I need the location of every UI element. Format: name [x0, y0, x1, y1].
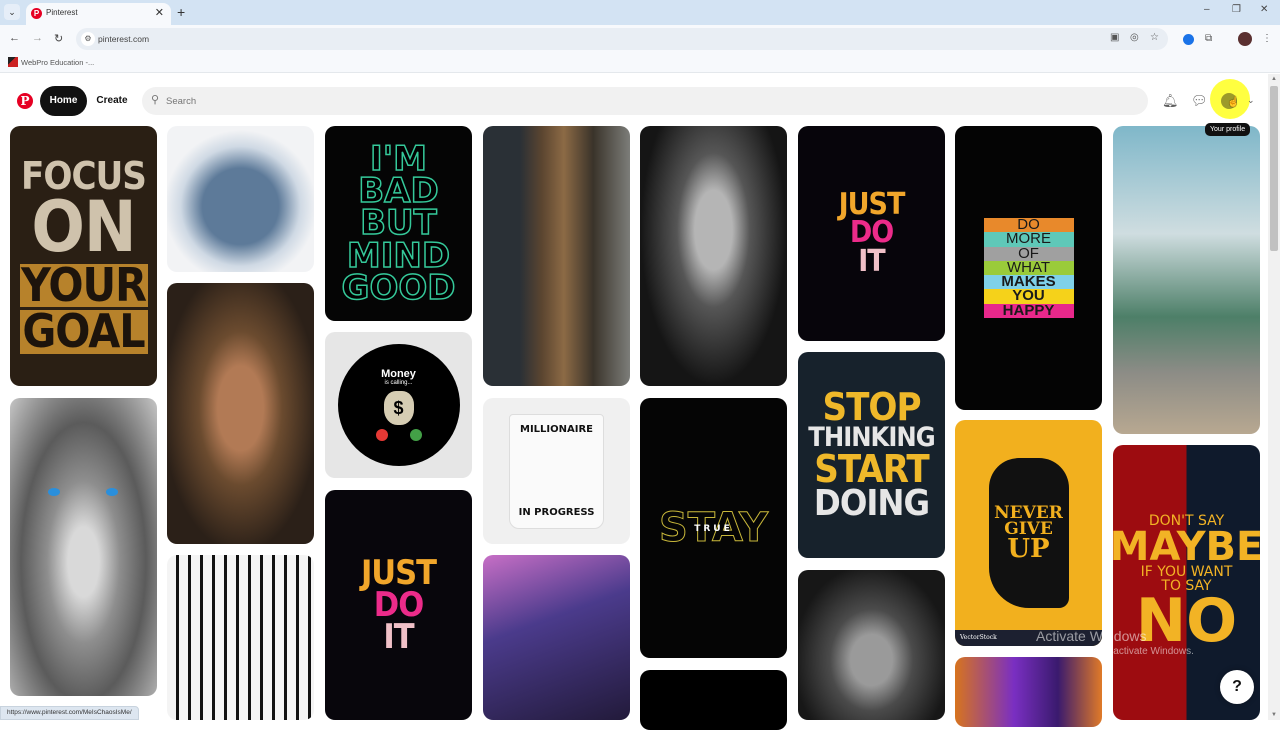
pin-text: MILLIONAIRE	[520, 423, 593, 435]
mug: MILLIONAIRE IN PROGRESS	[509, 413, 604, 529]
install-app-icon[interactable]: ▣	[1110, 32, 1119, 43]
pin-joker[interactable]	[483, 555, 630, 720]
pin-just-do-it-2[interactable]: JUST DO IT	[325, 490, 472, 720]
pinterest-header: P Home Create ⚲ 🔔︎ 💬︎ ☝ ⌄	[0, 74, 1268, 126]
pin-text: GOAL	[19, 308, 148, 354]
address-bar[interactable]: ⚙ pinterest.com ▣ ◎ ☆	[76, 28, 1168, 50]
pin-never-give-up[interactable]: NEVER GIVE UP VectorStock	[955, 420, 1102, 646]
pin-text: MAYBE	[1113, 524, 1260, 571]
extensions-puzzle-icon[interactable]: ⧉	[1205, 33, 1212, 44]
pin-millionaire-mug[interactable]: MILLIONAIRE IN PROGRESS	[483, 398, 630, 544]
scroll-down-icon[interactable]: ▼	[1271, 712, 1277, 718]
pin-dark-wolf[interactable]	[640, 126, 787, 386]
search-bar[interactable]: ⚲	[142, 87, 1148, 115]
tab-title: Pinterest	[46, 8, 78, 17]
pin-black[interactable]	[640, 670, 787, 730]
activate-title: Activate Windows	[1036, 628, 1147, 644]
activate-subtitle: Go to Settings to activate Windows.	[1036, 646, 1194, 657]
profile-tooltip: Your profile	[1205, 123, 1251, 136]
bookmarks-bar: WebPro Education -...	[0, 53, 1280, 73]
tracking-protection-icon[interactable]: ◎	[1130, 32, 1139, 43]
browser-toolbar: ← → ↻ ⚙ pinterest.com ▣ ◎ ☆ ⧉ ⋮	[0, 25, 1280, 53]
stay-word: STAY TRUE	[658, 508, 768, 549]
pin-woman-portrait[interactable]	[167, 283, 314, 544]
pin-text: GOOD	[341, 267, 456, 308]
activate-windows-watermark: Activate Windows Go to Settings to activ…	[1036, 628, 1194, 657]
pin-text: HAPPY	[983, 302, 1074, 318]
pin-stay-true[interactable]: STAY TRUE	[640, 398, 787, 658]
pin-money-is-calling[interactable]: Money is calling... $	[325, 332, 472, 478]
home-button[interactable]: Home	[40, 86, 87, 116]
pin-piano-dress[interactable]	[167, 555, 314, 720]
pin-text: IT	[858, 243, 885, 279]
decline-call-icon	[375, 429, 388, 442]
money-disc: Money is calling... $	[337, 344, 460, 466]
pin-headphones[interactable]	[955, 657, 1102, 727]
wolf-eye	[48, 488, 60, 496]
scroll-thumb[interactable]	[1270, 86, 1278, 251]
pin-text: is calling...	[384, 380, 413, 387]
search-input[interactable]	[166, 87, 1126, 115]
bookmark-star-icon[interactable]: ☆	[1150, 32, 1159, 43]
new-tab-button[interactable]: +	[177, 4, 185, 20]
hand-cursor-icon: ☝	[1227, 97, 1240, 108]
pin-watercolor-wolf[interactable]	[167, 126, 314, 272]
extension-icon[interactable]	[1183, 34, 1194, 45]
pin-text: UP	[1007, 533, 1050, 564]
pin-im-bad-but-mind-good[interactable]: I'M BAD BUT MIND GOOD	[325, 126, 472, 321]
call-buttons	[375, 429, 422, 442]
pin-text: START	[814, 446, 929, 491]
pin-wolf-forest[interactable]	[483, 126, 630, 386]
pin-text: IN PROGRESS	[518, 507, 595, 518]
fist-icon: NEVER GIVE UP	[988, 458, 1069, 608]
money-bag-icon: $	[383, 391, 414, 426]
back-icon[interactable]: ←	[9, 32, 20, 44]
browser-profile-avatar[interactable]	[1238, 32, 1252, 46]
pin-text: DOING	[813, 482, 930, 524]
pin-text: YOUR	[19, 257, 148, 312]
search-icon: ⚲	[151, 94, 160, 106]
accounts-chevron-icon[interactable]: ⌄	[1247, 95, 1255, 106]
pin-do-more-of-what-makes-you-happy[interactable]: DO MORE OF WHAT MAKES YOU HAPPY	[955, 126, 1102, 410]
notifications-bell-icon[interactable]: 🔔︎	[1162, 93, 1179, 109]
more-menu-icon[interactable]: ⋮	[1262, 33, 1272, 44]
pin-text: STOP	[822, 384, 921, 429]
pinterest-favicon-icon: P	[31, 8, 42, 19]
close-tab-icon[interactable]: ✕	[155, 6, 164, 19]
browser-tab[interactable]: P Pinterest ✕	[26, 3, 171, 25]
url-text[interactable]: pinterest.com	[98, 34, 149, 44]
pinterest-logo-icon[interactable]: P	[17, 93, 33, 109]
pin-focus-on-your-goal[interactable]: FOCUS ON YOUR GOAL	[10, 126, 157, 386]
help-button[interactable]: ?	[1220, 670, 1254, 704]
reload-icon[interactable]: ↻	[54, 32, 63, 45]
close-window-button[interactable]: ✕	[1260, 4, 1268, 15]
browser-tab-bar: ⌄ P Pinterest ✕ + – ❐ ✕	[0, 0, 1280, 25]
pin-stop-thinking-start-doing[interactable]: STOP THINKING START DOING	[798, 352, 945, 558]
wolf-eye	[106, 488, 118, 496]
pin-text: ON	[31, 186, 136, 269]
scroll-up-icon[interactable]: ▲	[1271, 76, 1277, 82]
link-status-bar: https://www.pinterest.com/MeIsChaosIsMe/	[0, 706, 139, 720]
page-scrollbar[interactable]: ▲ ▼	[1268, 74, 1280, 720]
restore-button[interactable]: ❐	[1232, 4, 1241, 15]
forward-icon[interactable]: →	[32, 32, 43, 44]
pin-text: IT	[383, 617, 414, 658]
pin-gray-wolf-blue-eyes[interactable]	[10, 398, 157, 696]
create-button[interactable]: Create	[92, 86, 132, 116]
site-info-icon[interactable]: ⚙	[81, 32, 95, 46]
pin-palm-street[interactable]	[1113, 126, 1260, 434]
tab-list-button[interactable]: ⌄	[4, 4, 20, 20]
pin-snarling-wolf[interactable]	[798, 570, 945, 720]
minimize-button[interactable]: –	[1204, 4, 1210, 15]
pin-just-do-it[interactable]: JUST DO IT	[798, 126, 945, 341]
accept-call-icon	[409, 429, 422, 442]
pin-text: JUST	[360, 552, 437, 593]
bookmark-item[interactable]: WebPro Education -...	[21, 58, 94, 67]
pin-text: Money	[381, 367, 416, 380]
bookmark-favicon-icon	[8, 57, 18, 67]
pin-text: TRUE	[694, 524, 733, 534]
pin-text: BUT	[359, 203, 437, 244]
messages-icon[interactable]: 💬︎	[1191, 93, 1208, 109]
